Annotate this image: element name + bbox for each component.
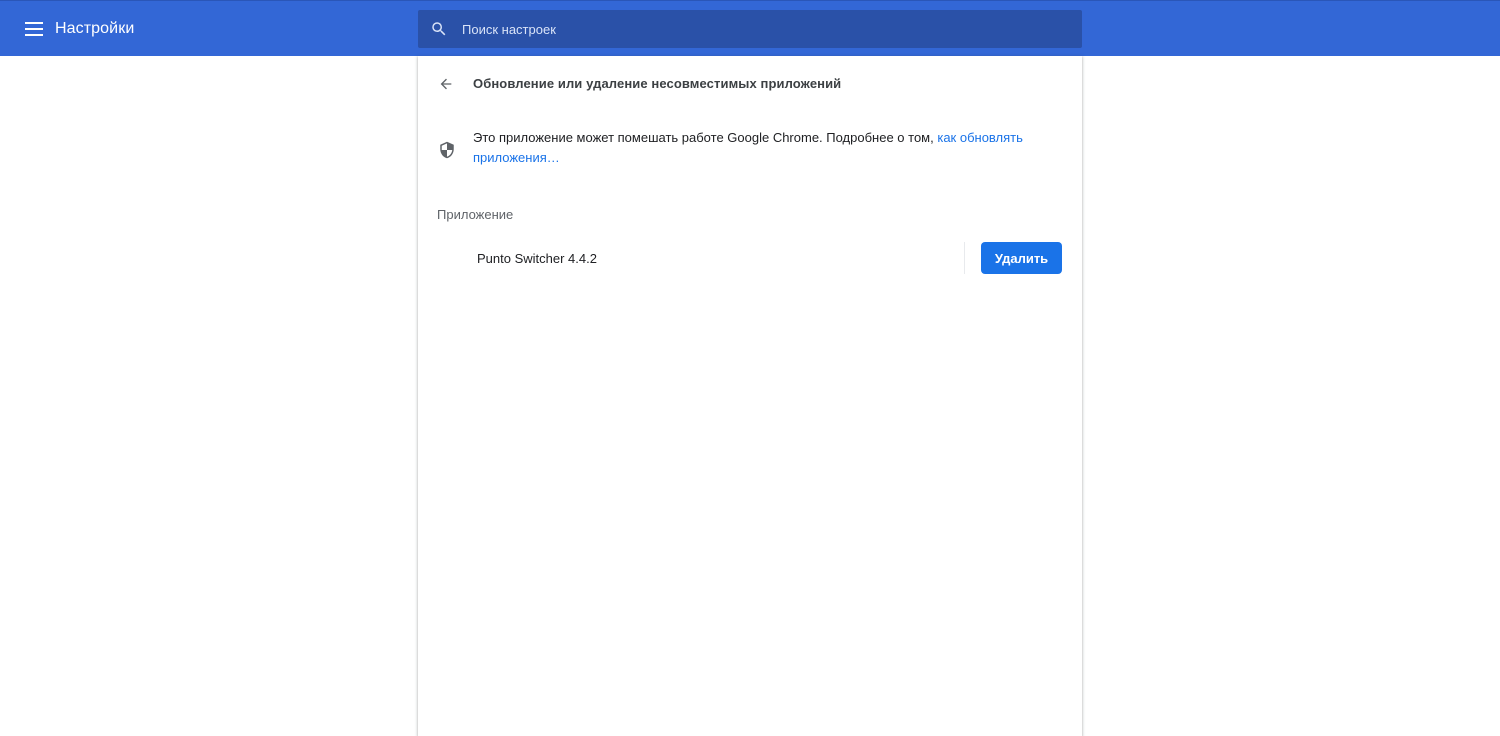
page-title: Обновление или удаление несовместимых пр… xyxy=(473,76,842,91)
remove-button[interactable]: Удалить xyxy=(981,242,1062,274)
divider xyxy=(964,242,965,274)
info-text-body: Это приложение может помешать работе Goo… xyxy=(473,130,938,145)
shield-icon xyxy=(440,141,454,159)
toolbar: Настройки xyxy=(0,0,1500,56)
app-title: Настройки xyxy=(55,20,135,37)
search-input[interactable] xyxy=(462,10,1062,48)
info-text: Это приложение может помешать работе Goo… xyxy=(473,128,1058,168)
main-menu-button[interactable] xyxy=(22,17,46,41)
list-item: Punto Switcher 4.4.2 Удалить xyxy=(438,242,1062,274)
search-field[interactable] xyxy=(418,10,1082,48)
app-name: Punto Switcher 4.4.2 xyxy=(477,251,597,266)
settings-card: Обновление или удаление несовместимых пр… xyxy=(418,56,1082,736)
hamburger-menu-icon xyxy=(25,22,43,36)
back-button[interactable] xyxy=(436,74,456,94)
section-label: Приложение xyxy=(437,207,514,222)
arrow-back-icon xyxy=(440,78,452,90)
search-icon xyxy=(432,22,446,36)
